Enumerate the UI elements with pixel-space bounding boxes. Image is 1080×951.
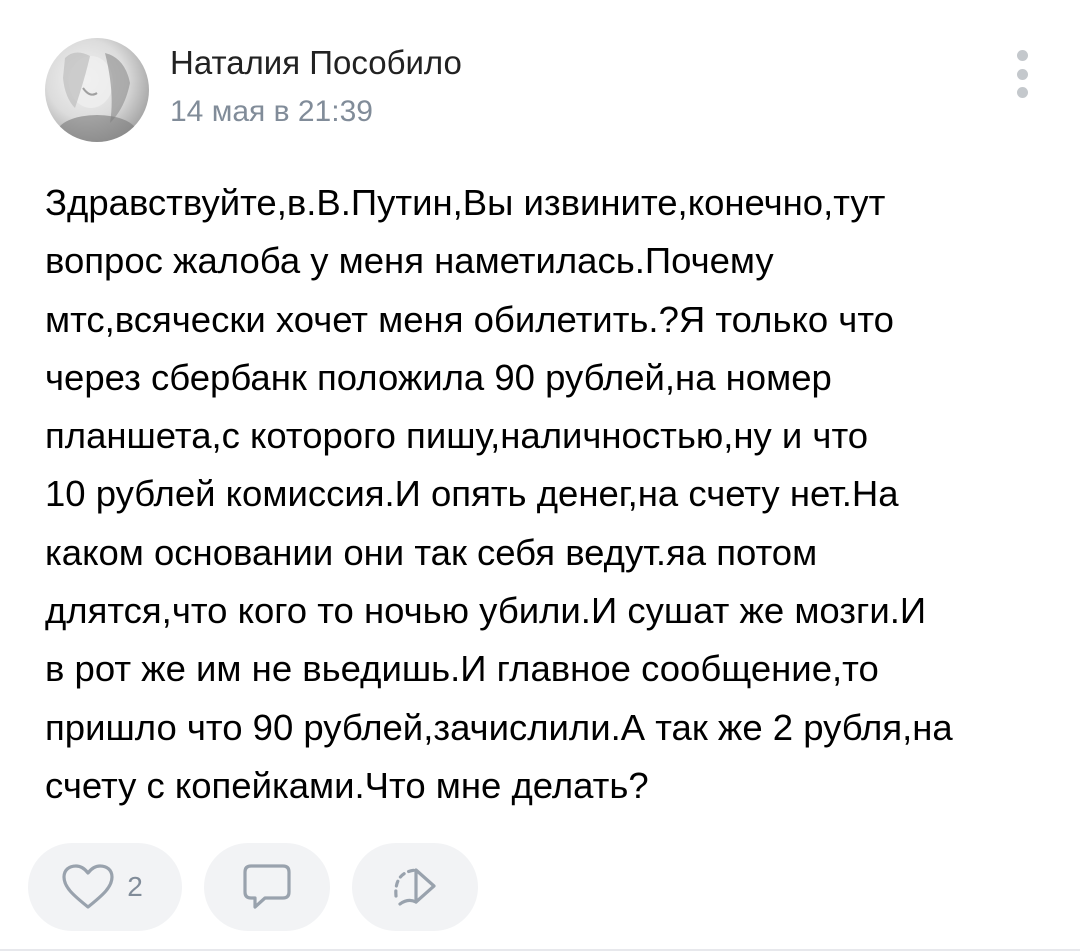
comment-bubble-icon bbox=[241, 862, 293, 912]
post-text: Здравствуйте,в.В.Путин,Вы извините,конеч… bbox=[45, 174, 1055, 815]
post-text-line: мтс,всячески хочет меня обилетить.?Я тол… bbox=[45, 298, 894, 340]
more-options-button[interactable] bbox=[1004, 50, 1040, 98]
comment-button[interactable] bbox=[204, 843, 330, 931]
post-text-line: 10 рублей комиссия.И опять денег,на счет… bbox=[45, 473, 899, 515]
post-text-line: в рот же им не вьедишь.И главное сообщен… bbox=[45, 648, 879, 690]
like-count: 2 bbox=[127, 871, 143, 902]
more-dot-icon bbox=[1016, 68, 1028, 80]
post-text-line: пришло что 90 рублей,зачислили.А так же … bbox=[45, 706, 953, 748]
post-actions: 2 bbox=[28, 843, 478, 931]
post-text-line: планшета,с которого пишу,наличностью,ну … bbox=[45, 415, 869, 457]
wall-post: Наталия Пособило 14 мая в 21:39 Здравств… bbox=[0, 0, 1080, 951]
post-text-line: длятся,что кого то ночью убили.И сушат ж… bbox=[45, 590, 927, 632]
avatar[interactable] bbox=[45, 38, 149, 142]
like-button[interactable]: 2 bbox=[28, 843, 182, 931]
more-dot-icon bbox=[1016, 87, 1028, 98]
author-name[interactable]: Наталия Пособило bbox=[170, 44, 462, 82]
more-dot-icon bbox=[1016, 50, 1028, 61]
post-text-line: каком основании они так себя ведут.яа по… bbox=[45, 531, 818, 573]
avatar-image bbox=[57, 52, 137, 142]
post-text-line: вопрос жалоба у меня наметилась.Почему bbox=[45, 240, 774, 282]
share-button[interactable] bbox=[352, 843, 478, 931]
heart-outline-icon bbox=[61, 863, 115, 911]
share-arrow-icon bbox=[388, 862, 442, 912]
post-text-line: через сбербанк положила 90 рублей,на ном… bbox=[45, 356, 832, 398]
post-date[interactable]: 14 мая в 21:39 bbox=[170, 95, 373, 129]
post-text-line: Здравствуйте,в.В.Путин,Вы извините,конеч… bbox=[45, 182, 886, 223]
post-text-line: счету с копейками.Что мне делать? bbox=[45, 764, 649, 806]
